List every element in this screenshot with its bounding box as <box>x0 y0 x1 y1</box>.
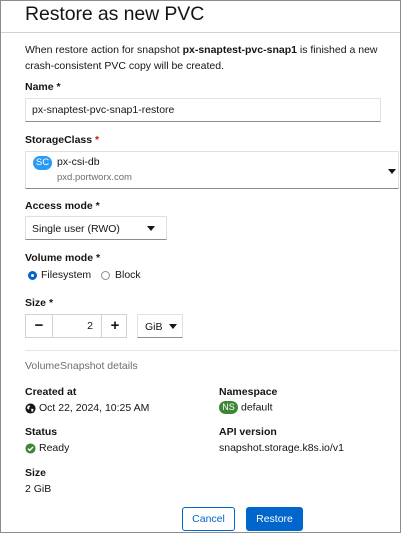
decrement-button[interactable]: − <box>26 315 52 337</box>
access-mode-label: Access mode * <box>25 200 100 212</box>
size-unit-select[interactable]: GiB <box>137 314 183 338</box>
size-label: Size * <box>25 297 53 309</box>
name-required-mark: * <box>56 81 61 93</box>
modal-description: When restore action for snapshot px-snap… <box>25 43 391 74</box>
status-value-row: Ready <box>25 442 69 454</box>
status-label: Status <box>25 426 58 438</box>
storageclass-select[interactable]: SC px-csi-db pxd.portworx.com <box>25 151 399 189</box>
namespace-value[interactable]: default <box>241 401 273 413</box>
name-label: Name * <box>25 81 61 93</box>
name-input-value: px-snaptest-pvc-snap1-restore <box>32 104 175 116</box>
caret-down-icon <box>169 324 177 329</box>
volume-mode-required-mark: * <box>96 252 101 264</box>
cancel-button[interactable]: Cancel <box>182 507 235 531</box>
size-stepper: − 2 + <box>25 314 127 338</box>
description-prefix: When restore action for snapshot <box>25 44 183 56</box>
namespace-label: Namespace <box>219 386 278 398</box>
status-value: Ready <box>39 442 70 454</box>
name-input[interactable]: px-snaptest-pvc-snap1-restore <box>25 98 381 122</box>
storageclass-required-mark: * <box>95 134 100 146</box>
header-divider <box>1 32 400 33</box>
restore-pvc-modal: Restore as new PVC When restore action f… <box>0 0 401 533</box>
created-at-label: Created at <box>25 386 77 398</box>
created-at-value: Oct 22, 2024, 10:25 AM <box>39 402 150 414</box>
access-mode-value: Single user (RWO) <box>32 223 120 235</box>
created-at-value-row: Oct 22, 2024, 10:25 AM <box>25 402 149 414</box>
restore-button[interactable]: Restore <box>246 507 303 531</box>
radio-filesystem-label[interactable]: Filesystem <box>41 269 91 281</box>
access-mode-required-mark: * <box>95 200 100 212</box>
radio-block-label[interactable]: Block <box>115 269 141 281</box>
size-required-mark: * <box>48 297 54 309</box>
snapshot-size-label: Size <box>25 467 47 479</box>
volume-mode-label-text: Volume mode <box>25 252 94 264</box>
check-circle-icon <box>25 443 36 454</box>
modal-title: Restore as new PVC <box>25 3 205 25</box>
details-divider <box>25 350 399 351</box>
sc-badge: SC <box>33 156 52 170</box>
storageclass-provisioner: pxd.portworx.com <box>57 172 132 183</box>
access-mode-label-text: Access mode <box>25 200 93 212</box>
snapshot-size-value: 2 GiB <box>25 483 52 495</box>
api-version-label: API version <box>219 426 277 438</box>
volume-mode-label: Volume mode * <box>25 252 100 264</box>
snapshot-name: px-snaptest-pvc-snap1 <box>182 44 297 56</box>
details-section-title: VolumeSnapshot details <box>25 360 138 372</box>
radio-filesystem[interactable] <box>28 271 37 280</box>
namespace-value-row: NS default <box>219 401 273 414</box>
size-unit-value: GiB <box>145 321 163 333</box>
api-version-value: snapshot.storage.k8s.io/v1 <box>219 442 344 454</box>
caret-down-icon <box>388 169 396 174</box>
increment-button[interactable]: + <box>102 315 128 337</box>
storageclass-value: px-csi-db <box>57 156 100 168</box>
ns-badge: NS <box>219 401 238 414</box>
access-mode-select[interactable]: Single user (RWO) <box>25 216 167 240</box>
size-label-text: Size <box>25 297 47 309</box>
caret-down-icon <box>147 226 155 231</box>
storageclass-label: StorageClass * <box>25 134 99 146</box>
size-input[interactable]: 2 <box>52 315 102 337</box>
radio-block[interactable] <box>101 271 110 280</box>
globe-icon <box>25 403 36 414</box>
name-label-text: Name <box>25 81 54 93</box>
storageclass-label-text: StorageClass <box>25 134 93 146</box>
